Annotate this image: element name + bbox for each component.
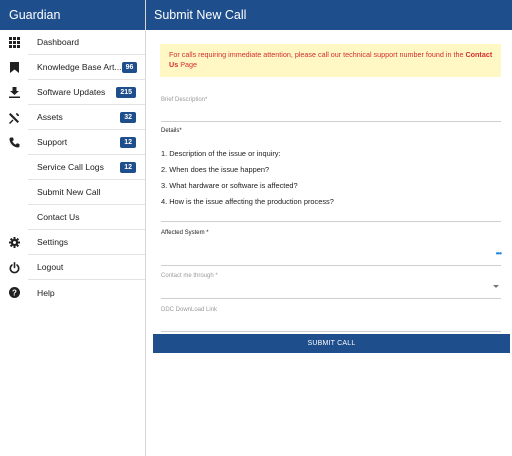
details-line: 3. What hardware or software is affected… [161, 181, 298, 190]
sidebar-item-label: Assets [37, 112, 63, 122]
sidebar-item-knowledge-base[interactable]: Knowledge Base Art... 96 [0, 55, 147, 80]
sidebar-item-software-updates[interactable]: Software Updates 215 [0, 80, 145, 105]
help-icon: ? [0, 280, 28, 305]
count-badge: 32 [120, 111, 136, 123]
main-panel: Submit New Call For calls requiring imme… [146, 0, 512, 456]
details-line: 1. Description of the issue or inquiry: [161, 149, 281, 158]
grid-icon [0, 30, 28, 55]
power-icon [0, 255, 28, 280]
app-title: Guardian [0, 0, 145, 30]
ddc-download-link-label: DDC DownLoad Link [161, 307, 218, 313]
sidebar-item-assets[interactable]: Assets 32 [0, 105, 145, 130]
details-text: 1. Description of the issue or inquiry: … [161, 149, 501, 213]
count-badge: 215 [116, 86, 136, 98]
details-line: 4. How is the issue affecting the produc… [161, 197, 334, 206]
svg-text:?: ? [12, 288, 17, 297]
contact-method-select[interactable]: Contact me through * [161, 266, 501, 299]
page-title: Submit New Call [146, 0, 512, 30]
download-icon [0, 80, 28, 105]
count-badge: 12 [120, 161, 136, 173]
sidebar-item-service-call-logs[interactable]: Service Call Logs 12 [0, 155, 145, 180]
brief-description-label: Brief Description* [161, 97, 208, 103]
count-badge: 96 [121, 61, 138, 73]
sidebar-item-submit-new-call[interactable]: Submit New Call [0, 180, 145, 205]
sidebar-item-label: Software Updates [37, 87, 106, 97]
bookmark-icon [0, 55, 28, 80]
sidebar-nav: Dashboard Knowledge Base Art... 96 Softwa… [0, 30, 147, 305]
phone-icon [0, 130, 28, 155]
sidebar-item-label: Dashboard [37, 37, 80, 47]
sidebar-item-label: Support [37, 137, 68, 147]
sidebar-item-settings[interactable]: Settings [0, 230, 145, 255]
affected-system-label: Affected System * [161, 230, 209, 236]
tools-icon [0, 105, 28, 130]
sidebar-item-contact-us[interactable]: Contact Us [0, 205, 145, 230]
sidebar-item-label: Logout [37, 262, 64, 272]
affected-system-field[interactable]: Affected System * ••• [161, 222, 502, 266]
sidebar-item-label: Knowledge Base Art... [37, 62, 122, 72]
sidebar-item-label: Settings [37, 237, 69, 247]
sidebar-item-label: Contact Us [37, 212, 80, 222]
details-field[interactable]: Details* 1. Description of the issue or … [161, 122, 501, 222]
dropdown-arrow-icon[interactable] [493, 285, 499, 288]
submit-call-button[interactable]: SUBMIT CALL [153, 334, 510, 353]
gear-icon [0, 230, 28, 255]
sidebar-item-label: Submit New Call [37, 187, 101, 197]
sidebar-item-label: Service Call Logs [37, 162, 104, 172]
sidebar-item-help[interactable]: ? Help [0, 280, 145, 305]
contact-method-label: Contact me through * [161, 273, 218, 279]
support-notice: For calls requiring immediate attention,… [160, 44, 501, 77]
count-badge: 12 [120, 136, 136, 148]
sidebar-item-logout[interactable]: Logout [0, 255, 145, 280]
notice-text: For calls requiring immediate attention,… [169, 50, 466, 59]
details-label: Details* [161, 128, 182, 134]
brief-description-field[interactable]: Brief Description* [161, 92, 501, 122]
sidebar: Guardian Dashboard Knowledge Base Art...… [0, 0, 147, 456]
ddc-download-link-field[interactable]: DDC DownLoad Link [161, 299, 501, 332]
sidebar-item-dashboard[interactable]: Dashboard [0, 30, 145, 55]
notice-suffix: Page [178, 59, 197, 69]
details-line: 2. When does the issue happen? [161, 165, 270, 174]
sidebar-item-support[interactable]: Support 12 [0, 130, 145, 155]
more-options-icon[interactable]: ••• [496, 249, 502, 258]
sidebar-item-label: Help [37, 287, 55, 298]
